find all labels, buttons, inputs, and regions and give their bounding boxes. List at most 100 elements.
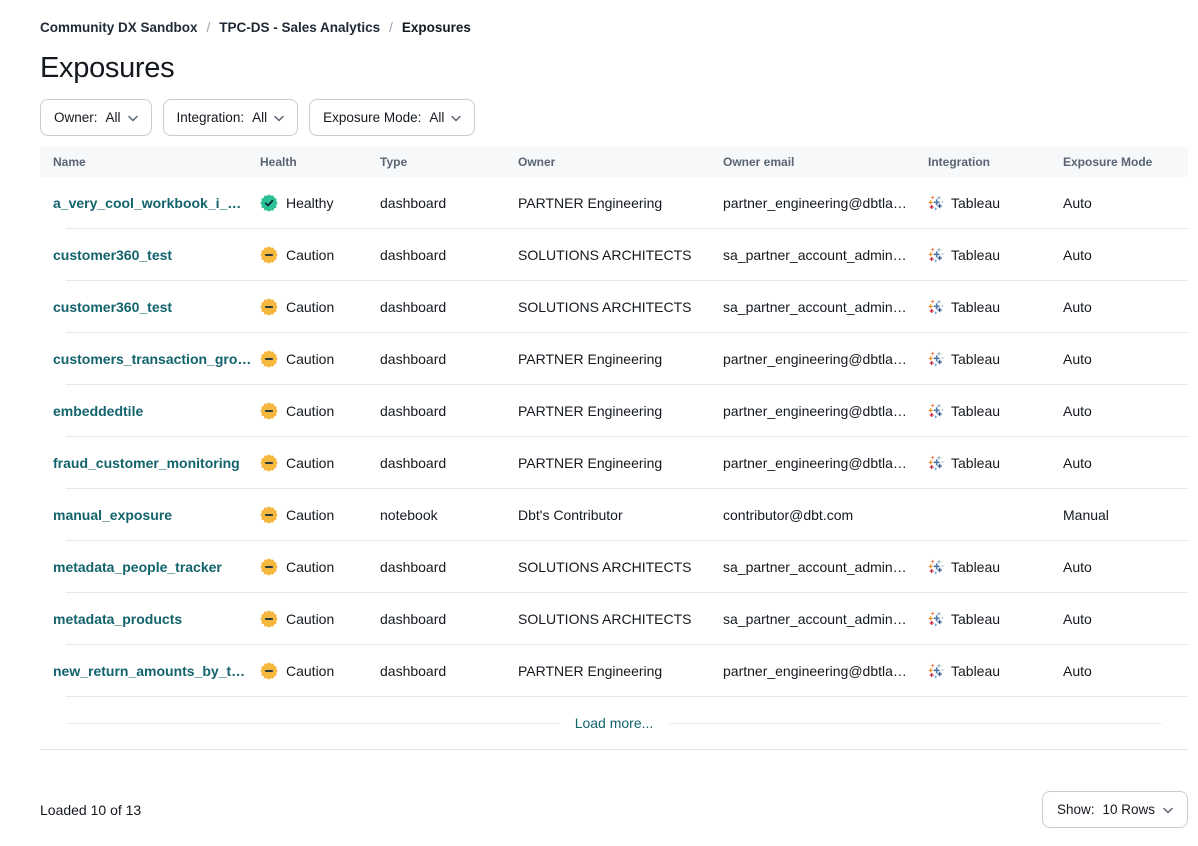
health-cell: Caution (260, 350, 380, 368)
type-cell: notebook (380, 507, 518, 523)
tableau-icon (928, 455, 944, 471)
owner-cell: SOLUTIONS ARCHITECTS (518, 247, 723, 263)
column-header: Exposure Mode (1063, 155, 1188, 169)
exposure-mode-cell: Auto (1063, 403, 1188, 419)
health-label: Caution (286, 403, 334, 419)
owner-email-cell: sa_partner_account_admin… (723, 559, 928, 575)
tableau-icon (928, 351, 944, 367)
tableau-icon (928, 247, 944, 263)
health-cell: Caution (260, 298, 380, 316)
name-cell: fraud_customer_monitoring (53, 455, 260, 471)
exposure-name-link[interactable]: fraud_customer_monitoring (53, 455, 240, 471)
filter-button-owner[interactable]: Owner: All (40, 99, 152, 136)
table-row: fraud_customer_monitoring (40, 437, 1188, 488)
exposure-name-link[interactable]: new_return_amounts_by_t… (53, 663, 245, 679)
exposure-mode-cell: Auto (1063, 351, 1188, 367)
filter-bar: Owner: All Integration: All Exposure Mod… (40, 99, 1188, 136)
show-rows-dropdown[interactable]: Show: 10 Rows (1042, 791, 1188, 828)
integration-label: Tableau (951, 299, 1000, 315)
integration-label: Tableau (951, 195, 1000, 211)
exposure-name-link[interactable]: customer360_test (53, 299, 172, 315)
name-cell: a_very_cool_workbook_i_… (53, 195, 260, 211)
health-badge-icon (260, 454, 278, 472)
name-cell: metadata_products (53, 611, 260, 627)
integration-cell: Tableau (928, 195, 1063, 211)
health-badge-icon (260, 246, 278, 264)
exposure-mode-cell: Auto (1063, 559, 1188, 575)
tableau-icon (928, 663, 944, 679)
health-badge-icon (260, 610, 278, 628)
filter-label: Owner: (54, 110, 98, 125)
integration-cell: Tableau (928, 351, 1063, 367)
health-label: Caution (286, 299, 334, 315)
show-rows-value: 10 Rows (1102, 802, 1155, 817)
breadcrumb-link-account[interactable]: Community DX Sandbox (40, 20, 198, 35)
health-label: Caution (286, 247, 334, 263)
integration-cell: Tableau (928, 247, 1063, 263)
integration-cell: Tableau (928, 403, 1063, 419)
integration-cell: Tableau (928, 663, 1063, 679)
type-cell: dashboard (380, 403, 518, 419)
health-label: Caution (286, 507, 334, 523)
exposures-page: Community DX Sandbox / TPC-DS - Sales An… (0, 0, 1198, 828)
exposure-name-link[interactable]: manual_exposure (53, 507, 172, 523)
health-cell: Caution (260, 454, 380, 472)
health-label: Caution (286, 611, 334, 627)
name-cell: metadata_people_tracker (53, 559, 260, 575)
table-rows: a_very_cool_workbook_i_… (40, 177, 1188, 697)
owner-email-cell: partner_engineering@dbtla… (723, 403, 928, 419)
breadcrumb-link-project[interactable]: TPC-DS - Sales Analytics (219, 20, 380, 35)
table-header: NameHealthTypeOwnerOwner emailIntegratio… (40, 147, 1188, 177)
table-row: a_very_cool_workbook_i_… (40, 177, 1188, 228)
health-badge-icon (260, 350, 278, 368)
exposure-mode-cell: Auto (1063, 247, 1188, 263)
table-row: customers_transaction_gro… (40, 333, 1188, 384)
type-cell: dashboard (380, 351, 518, 367)
breadcrumb-separator: / (389, 20, 393, 35)
owner-email-cell: sa_partner_account_admin… (723, 299, 928, 315)
type-cell: dashboard (380, 299, 518, 315)
table-row: metadata_products (40, 593, 1188, 644)
exposure-mode-cell: Auto (1063, 611, 1188, 627)
type-cell: dashboard (380, 195, 518, 211)
exposure-name-link[interactable]: metadata_people_tracker (53, 559, 222, 575)
owner-email-cell: partner_engineering@dbtla… (723, 455, 928, 471)
health-badge-icon (260, 298, 278, 316)
tableau-icon (928, 611, 944, 627)
exposure-name-link[interactable]: customer360_test (53, 247, 172, 263)
filter-label: Integration: (177, 110, 245, 125)
breadcrumb: Community DX Sandbox / TPC-DS - Sales An… (40, 20, 1188, 35)
tableau-icon (928, 559, 944, 575)
filter-button-exposure-mode[interactable]: Exposure Mode: All (309, 99, 475, 136)
filter-label: Exposure Mode: (323, 110, 421, 125)
owner-email-cell: sa_partner_account_admin… (723, 611, 928, 627)
type-cell: dashboard (380, 611, 518, 627)
health-cell: Caution (260, 558, 380, 576)
owner-cell: PARTNER Engineering (518, 195, 723, 211)
name-cell: customer360_test (53, 299, 260, 315)
owner-cell: PARTNER Engineering (518, 455, 723, 471)
chevron-down-icon (451, 115, 461, 122)
exposure-name-link[interactable]: metadata_products (53, 611, 182, 627)
exposure-name-link[interactable]: embeddedtile (53, 403, 143, 419)
exposure-name-link[interactable]: a_very_cool_workbook_i_… (53, 195, 241, 211)
health-cell: Caution (260, 610, 380, 628)
divider (66, 723, 560, 724)
health-label: Caution (286, 559, 334, 575)
owner-cell: PARTNER Engineering (518, 663, 723, 679)
integration-label: Tableau (951, 611, 1000, 627)
owner-cell: Dbt's Contributor (518, 507, 723, 523)
health-cell: Caution (260, 246, 380, 264)
filter-button-integration[interactable]: Integration: All (163, 99, 299, 136)
column-header: Integration (928, 155, 1063, 169)
load-more-link[interactable]: Load more... (575, 715, 654, 731)
table-row: manual_exposure C (40, 489, 1188, 540)
exposure-name-link[interactable]: customers_transaction_gro… (53, 351, 251, 367)
pagination-footer: Loaded 10 of 13 Show: 10 Rows (40, 791, 1188, 828)
table-row: metadata_people_tracker (40, 541, 1188, 592)
health-cell: Healthy (260, 194, 380, 212)
name-cell: embeddedtile (53, 403, 260, 419)
owner-email-cell: contributor@dbt.com (723, 507, 928, 523)
breadcrumb-separator: / (207, 20, 211, 35)
exposure-mode-cell: Auto (1063, 299, 1188, 315)
